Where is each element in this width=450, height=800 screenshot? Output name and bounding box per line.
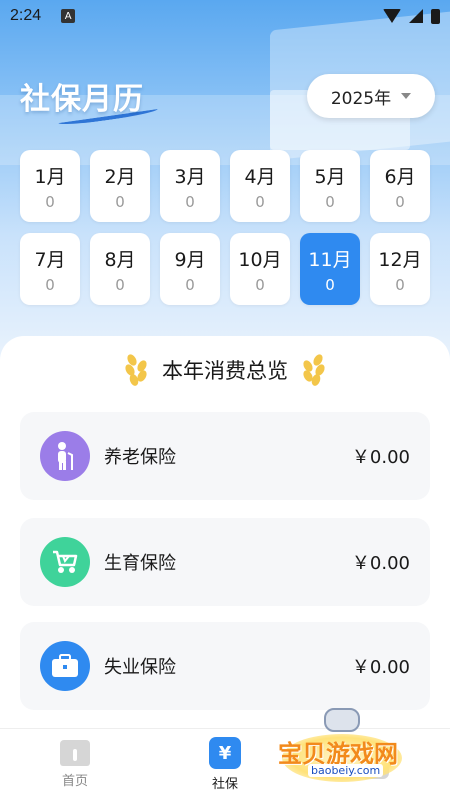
overview-header: 本年消费总览: [0, 352, 450, 388]
status-time: 2:24: [10, 7, 42, 24]
insurance-name: 生育保险: [104, 553, 176, 574]
month-value: 0: [45, 192, 55, 211]
month-label: 3月: [174, 165, 206, 188]
month-cell[interactable]: 8月 0: [90, 233, 150, 305]
month-value: 0: [115, 275, 125, 294]
month-cell[interactable]: 3月 0: [160, 150, 220, 222]
gamepad-icon: [324, 708, 360, 732]
month-label: 1月: [34, 165, 66, 188]
month-value: 0: [185, 275, 195, 294]
insurance-amount: ￥0.00: [351, 447, 410, 468]
month-value: 0: [325, 192, 335, 211]
notification-a-icon: A: [61, 9, 76, 23]
insurance-name: 失业保险: [104, 657, 176, 678]
month-value: 0: [255, 192, 265, 211]
month-value: 0: [115, 192, 125, 211]
month-label: 12月: [378, 248, 422, 271]
baby-stroller-icon: [40, 537, 90, 587]
month-cell[interactable]: 5月 0: [300, 150, 360, 222]
home-icon: [60, 740, 90, 766]
month-label: 5月: [314, 165, 346, 188]
month-grid: 1月 0 2月 0 3月 0 4月 0 5月 0 6月 0 7月 0 8月 0 9月 0 10月 0 11月 0 12月 0: [20, 150, 432, 305]
wheat-right-icon: [301, 352, 327, 388]
month-value: 0: [395, 275, 405, 294]
month-label: 11月: [308, 248, 352, 271]
wifi-icon: [383, 9, 401, 23]
insurance-card-unemployment[interactable]: 失业保险 ￥0.00: [20, 622, 430, 710]
month-value: 0: [395, 192, 405, 211]
insurance-card-pension[interactable]: 养老保险 ￥0.00: [20, 412, 430, 500]
month-label: 8月: [104, 248, 136, 271]
month-cell[interactable]: 6月 0: [370, 150, 430, 222]
elderly-person-icon: [40, 431, 90, 481]
month-label: 9月: [174, 248, 206, 271]
status-bar: 2:24 A: [0, 0, 450, 32]
site-watermark: 宝贝游戏网 baobeiy.com: [272, 704, 422, 794]
overview-title: 本年消费总览: [162, 359, 288, 383]
month-cell[interactable]: 7月 0: [20, 233, 80, 305]
tab-home[interactable]: 首页: [0, 729, 150, 800]
page-title: 社保月历: [20, 82, 144, 117]
month-cell[interactable]: 12月 0: [370, 233, 430, 305]
month-label: 6月: [384, 165, 416, 188]
insurance-card-maternity[interactable]: 生育保险 ￥0.00: [20, 518, 430, 606]
month-cell[interactable]: 2月 0: [90, 150, 150, 222]
battery-icon: [431, 8, 440, 24]
month-label: 2月: [104, 165, 136, 188]
month-cell[interactable]: 11月 0: [300, 233, 360, 305]
month-cell[interactable]: 10月 0: [230, 233, 290, 305]
briefcase-icon: [40, 641, 90, 691]
yen-icon: ¥: [209, 737, 241, 769]
month-value: 0: [185, 192, 195, 211]
signal-icon: [409, 9, 423, 23]
month-value: 0: [255, 275, 265, 294]
watermark-url: baobeiy.com: [308, 764, 384, 777]
month-cell[interactable]: 9月 0: [160, 233, 220, 305]
insurance-name: 养老保险: [104, 447, 176, 468]
month-value: 0: [325, 275, 335, 294]
year-value: 2025年: [330, 88, 392, 109]
overview-panel: 本年消费总览 养老保险 ￥0.00 生育保险 ￥0.00 失业保险 ￥0.00: [0, 336, 450, 736]
month-cell[interactable]: 4月 0: [230, 150, 290, 222]
wheat-left-icon: [123, 352, 149, 388]
month-label: 4月: [244, 165, 276, 188]
month-cell[interactable]: 1月 0: [20, 150, 80, 222]
tab-home-label: 首页: [61, 774, 88, 789]
month-value: 0: [45, 275, 55, 294]
year-dropdown[interactable]: 2025年: [307, 74, 435, 118]
tab-shebao-label: 社保: [211, 777, 238, 792]
insurance-amount: ￥0.00: [351, 553, 410, 574]
month-label: 7月: [34, 248, 66, 271]
month-label: 10月: [238, 248, 282, 271]
insurance-amount: ￥0.00: [351, 657, 410, 678]
chevron-down-icon: [401, 93, 412, 99]
